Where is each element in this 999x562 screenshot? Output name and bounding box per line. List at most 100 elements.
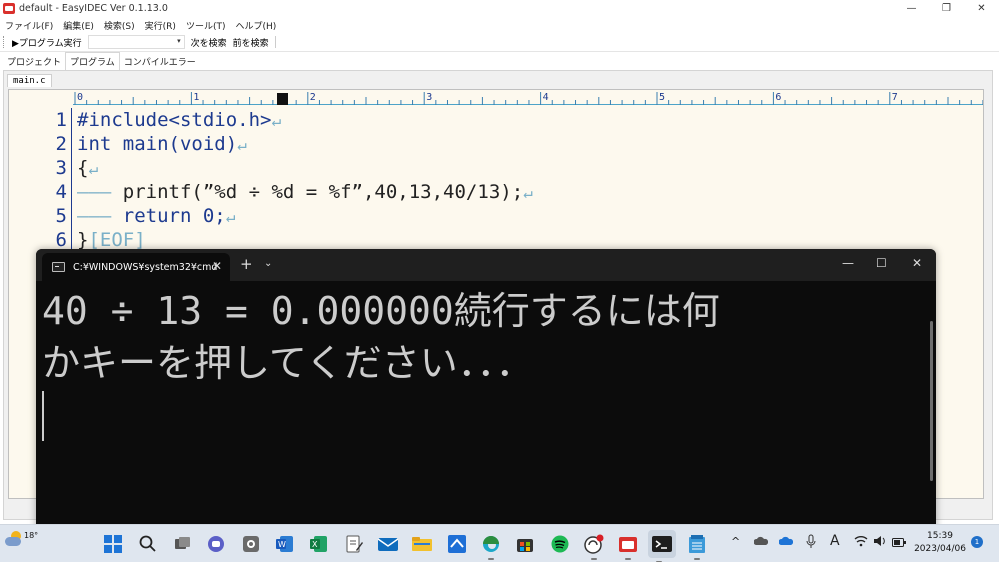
ruler-ticks: 0 1 2 3 4 5 6 7: [74, 92, 983, 105]
cmd-tab[interactable]: C:¥WINDOWS¥system32¥cmd ✕: [42, 253, 230, 281]
line-number: 6: [55, 229, 67, 251]
weather-cloud-sun-icon: [5, 531, 23, 547]
ime-indicator[interactable]: A: [830, 533, 840, 549]
cmd-maximize-button[interactable]: ☐: [876, 256, 887, 270]
volume-icon[interactable]: [873, 535, 887, 550]
easyidec-taskbar-icon[interactable]: [617, 533, 639, 560]
code-line-text: return 0;: [122, 205, 226, 227]
wifi-icon[interactable]: [854, 535, 868, 550]
mail-icon[interactable]: [377, 533, 399, 555]
onedrive-cloud-icon[interactable]: [753, 536, 769, 549]
sync-app-icon[interactable]: [583, 533, 605, 560]
window-controls: — ❐ ✕: [894, 0, 999, 17]
ruler-cursor-marker: [277, 93, 288, 105]
code-line[interactable]: 3 {↵: [9, 156, 983, 180]
tray-chevron-icon[interactable]: ^: [731, 535, 740, 548]
find-prev-button[interactable]: 前を検索: [233, 36, 269, 49]
run-program-button[interactable]: ▶プログラム実行: [12, 36, 82, 49]
terminal-taskbar-icon[interactable]: [648, 530, 676, 562]
toolbar-grip[interactable]: [3, 36, 6, 48]
teams-chat-icon[interactable]: [205, 533, 227, 555]
word-icon[interactable]: W: [274, 533, 296, 555]
minimize-button[interactable]: —: [894, 0, 929, 17]
search-combo[interactable]: ▾: [87, 35, 185, 49]
file-tab-main-c[interactable]: main.c: [7, 74, 52, 87]
code-line-text: int main(void): [77, 133, 238, 155]
console-output-line: 40 ÷ 13 = 0.000000続行するには何: [42, 289, 720, 333]
system-clock[interactable]: 15:39 2023/04/06: [912, 530, 968, 556]
easyidec-app-icon: [3, 3, 15, 14]
notepad-edit-icon[interactable]: [343, 533, 365, 555]
column-ruler: 0 1 2 3 4 5 6 7: [73, 90, 983, 105]
microphone-icon[interactable]: [806, 534, 816, 553]
new-tab-button[interactable]: +: [240, 257, 253, 272]
ruler-label: 0: [77, 92, 83, 103]
code-line[interactable]: 1 #include<stdio.h>↵: [9, 108, 983, 132]
chevron-down-icon[interactable]: ⌄: [264, 258, 272, 269]
line-number: 1: [55, 109, 67, 131]
chevron-down-icon[interactable]: ▾: [177, 37, 181, 45]
app-titlebar: default - EasyIDEC Ver 0.1.13.0 — ❐ ✕: [0, 0, 999, 17]
console-scrollbar[interactable]: [930, 321, 933, 481]
cmd-titlebar: C:¥WINDOWS¥system32¥cmd ✕ + ⌄ — ☐ ✕: [36, 249, 936, 281]
tab-project[interactable]: プロジェクト: [3, 53, 65, 70]
cmd-console[interactable]: 40 ÷ 13 = 0.000000続行するには何 かキーを押してください．．．: [36, 281, 936, 539]
weather-widget[interactable]: 18°: [5, 531, 38, 547]
svg-text:X: X: [312, 540, 318, 549]
notepad-icon[interactable]: [686, 533, 708, 560]
mail-app-icon[interactable]: [446, 533, 468, 555]
battery-icon[interactable]: [892, 537, 906, 550]
eol-marker: ↵: [523, 183, 533, 202]
edge-browser-icon[interactable]: [480, 533, 502, 560]
code-line[interactable]: 5 ――― return 0;↵: [9, 204, 983, 228]
file-explorer-icon[interactable]: [411, 533, 433, 555]
code-line[interactable]: 4 ――― printf(”%d ÷ %d = %f”,40,13,40/13)…: [9, 180, 983, 204]
code-line[interactable]: 2 int main(void)↵: [9, 132, 983, 156]
terminal-icon: [52, 262, 65, 272]
line-number: 4: [55, 181, 67, 203]
notification-badge[interactable]: 1: [971, 536, 983, 548]
line-number: 2: [55, 133, 67, 155]
settings-gear-icon[interactable]: [240, 533, 262, 555]
ruler-label: 3: [426, 92, 432, 103]
menu-run[interactable]: 実行(R): [145, 19, 176, 32]
search-icon[interactable]: [137, 533, 159, 555]
excel-icon[interactable]: X: [308, 533, 330, 555]
gutter-separator: [71, 132, 72, 156]
toolbar-separator: [274, 36, 276, 48]
ruler-label: 2: [310, 92, 316, 103]
maximize-button[interactable]: ❐: [929, 0, 964, 17]
taskbar: 18° W X ^ A 15:39 2023/04/06 1: [0, 524, 999, 562]
cmd-close-button[interactable]: ✕: [912, 256, 922, 270]
ruler-label: 1: [193, 92, 199, 103]
close-button[interactable]: ✕: [964, 0, 999, 17]
menu-search[interactable]: 検索(S): [104, 19, 135, 32]
tab-marker: ―――: [77, 205, 123, 227]
eol-marker: ↵: [271, 111, 282, 130]
code-text: }[EOF]: [77, 229, 146, 251]
code-line-text: printf(”%d ÷ %d = %f”,40,13,40/13);: [122, 181, 524, 203]
tab-marker: ―――: [77, 181, 123, 203]
store-icon[interactable]: [514, 533, 536, 555]
menu-file[interactable]: ファイル(F): [5, 19, 53, 32]
menu-tools[interactable]: ツール(T): [186, 19, 226, 32]
spotify-icon[interactable]: [549, 533, 571, 555]
cmd-window: C:¥WINDOWS¥system32¥cmd ✕ + ⌄ — ☐ ✕ 40 ÷…: [36, 249, 936, 539]
line-number: 3: [55, 157, 67, 179]
line-number: 5: [55, 205, 67, 227]
console-cursor: [42, 391, 44, 441]
task-view-icon[interactable]: [171, 533, 193, 555]
menu-edit[interactable]: 編集(E): [63, 19, 94, 32]
tab-program[interactable]: プログラム: [65, 52, 120, 70]
cmd-minimize-button[interactable]: —: [842, 256, 854, 270]
window-title: default - EasyIDEC Ver 0.1.13.0: [19, 3, 168, 14]
find-next-button[interactable]: 次を検索: [191, 36, 227, 49]
windows-start-icon[interactable]: [102, 533, 124, 555]
gutter-separator: [71, 204, 72, 228]
code-text: #include<stdio.h>↵: [77, 109, 281, 131]
tab-compile-errors[interactable]: コンパイルエラー: [120, 53, 200, 70]
ruler-label: 6: [775, 92, 781, 103]
close-tab-icon[interactable]: ✕: [212, 259, 222, 273]
onedrive-business-icon[interactable]: [778, 536, 794, 549]
menu-help[interactable]: ヘルプ(H): [235, 19, 276, 32]
